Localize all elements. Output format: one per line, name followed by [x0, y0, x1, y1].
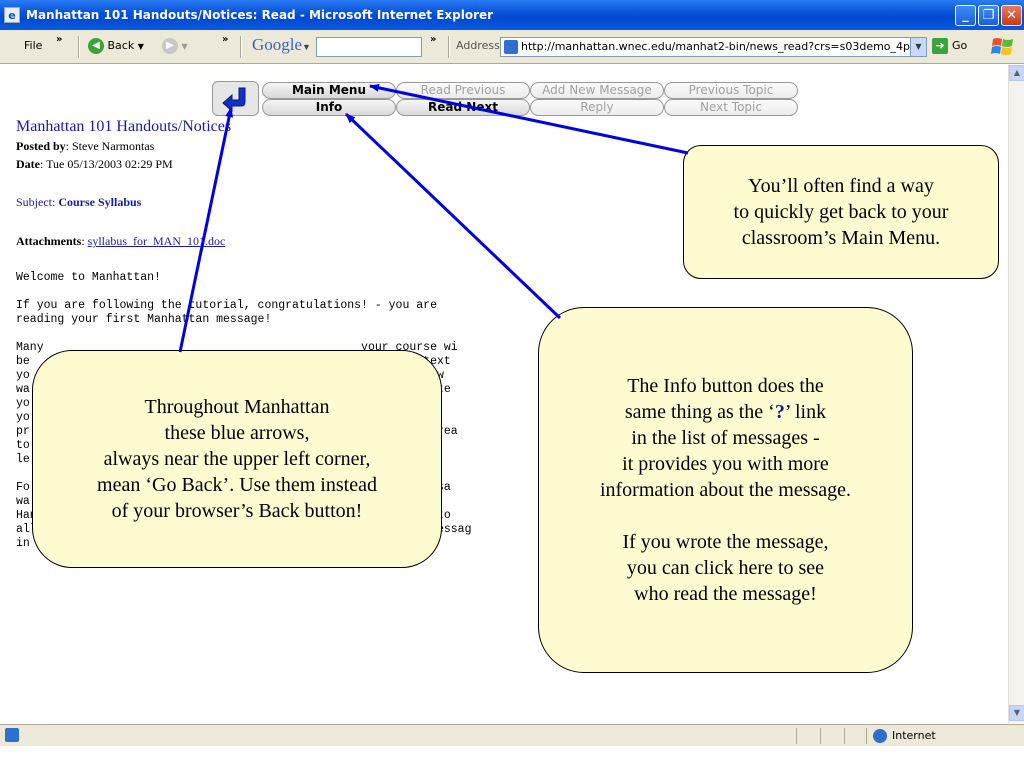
read-next-button[interactable]: Read Next — [396, 99, 530, 116]
google-icon[interactable]: Google▼ — [252, 35, 311, 55]
chevron-down-icon: ▼ — [181, 42, 188, 51]
maximize-button[interactable]: ❐ — [978, 5, 999, 26]
separator — [866, 728, 867, 744]
return-arrow-icon — [222, 87, 246, 113]
callout-line: of your browser’s Back button! — [111, 500, 363, 522]
callout-line: you can click here to see — [626, 557, 825, 579]
address-url: http://manhattan.wnec.edu/manhat2-bin/ne… — [521, 40, 927, 53]
windows-logo-icon — [991, 38, 1013, 55]
back-button[interactable]: ◀ Back ▼ — [88, 38, 144, 54]
back-icon: ◀ — [88, 38, 104, 54]
subject: Subject: Course Syllabus — [16, 195, 141, 210]
address-label: Address — [456, 39, 500, 52]
status-bar: Internet — [0, 724, 1024, 746]
attachment-link[interactable]: syllabus_for_MAN_101.doc — [88, 234, 226, 248]
posted-by-label: Posted by — [16, 139, 66, 153]
subject-value: Course Syllabus — [58, 195, 142, 209]
callout-line: it provides you with more — [622, 453, 829, 475]
board-title: Manhattan 101 Handouts/Notices — [16, 118, 232, 135]
attachments-label: Attachments — [16, 234, 82, 248]
date-value: : Tue 05/13/2003 02:29 PM — [40, 157, 173, 171]
browser-toolbar: File » ◀ Back ▼ ▶ ▼ » Google▼ » Address … — [0, 30, 1024, 64]
callout-main-menu: You’ll often find a way to quickly get b… — [683, 145, 999, 279]
add-new-message-button[interactable]: Add New Message — [530, 82, 664, 99]
toolbar-chevron[interactable]: » — [430, 34, 436, 45]
toolbar-chevron[interactable]: » — [222, 34, 228, 45]
chevron-down-icon: ▼ — [137, 42, 144, 51]
callout-go-back: Throughout Manhattan these blue arrows, … — [32, 350, 442, 568]
chevron-down-icon[interactable]: ▼ — [910, 38, 926, 56]
ie-icon: e — [4, 7, 20, 23]
separator — [240, 36, 242, 58]
bottom-margin — [0, 746, 1024, 768]
posted-by: Posted by: Steve Narmontas — [16, 139, 154, 154]
callout-line: classroom’s Main Menu. — [741, 227, 941, 249]
globe-icon — [873, 729, 887, 743]
callout-line: same thing as the ‘?’ link — [539, 399, 912, 425]
scroll-up-button[interactable]: ▲ — [1009, 65, 1024, 81]
security-zone: Internet — [873, 729, 936, 743]
callout-line: Throughout Manhattan — [144, 396, 330, 418]
previous-topic-button[interactable]: Previous Topic — [664, 82, 798, 99]
google-search-input[interactable] — [316, 37, 422, 57]
title-bar: e Manhattan 101 Handouts/Notices: Read -… — [0, 0, 1024, 30]
separator — [796, 728, 797, 744]
callout-line: If you wrote the message, — [622, 531, 829, 553]
vertical-scrollbar[interactable]: ▲ ▼ — [1008, 65, 1024, 723]
callout-line: mean ‘Go Back’. Use them instead — [97, 474, 377, 496]
reply-button[interactable]: Reply — [530, 99, 664, 116]
minimize-button[interactable]: _ — [955, 5, 976, 26]
callout-info: The Info button does the same thing as t… — [538, 307, 913, 673]
go-back-button[interactable] — [212, 81, 259, 116]
file-menu[interactable]: File — [24, 39, 42, 52]
callout-line: who read the message! — [634, 583, 817, 605]
forward-icon: ▶ — [162, 38, 178, 54]
info-button[interactable]: Info — [262, 99, 396, 116]
close-button[interactable]: ✕ — [1001, 5, 1022, 26]
callout-line: these blue arrows, — [164, 422, 310, 444]
callout-line: You’ll often find a way — [748, 175, 934, 197]
separator — [820, 728, 821, 744]
back-label: Back — [107, 39, 135, 52]
callout-text: same thing as the ‘ — [624, 401, 775, 423]
go-label: Go — [952, 39, 968, 52]
separator — [78, 36, 80, 58]
read-previous-button[interactable]: Read Previous — [396, 82, 530, 99]
date-label: Date — [16, 157, 40, 171]
scroll-down-button[interactable]: ▼ — [1009, 705, 1024, 721]
ie-icon — [5, 728, 19, 742]
go-arrow-icon: ➔ — [932, 38, 948, 54]
ie-icon — [504, 40, 518, 54]
separator — [448, 36, 450, 58]
google-label: Google — [252, 35, 303, 54]
callout-line: to quickly get back to your — [733, 201, 949, 223]
callout-text: ’ link — [784, 401, 827, 423]
address-input[interactable]: http://manhattan.wnec.edu/manhat2-bin/ne… — [500, 37, 927, 57]
separator — [844, 728, 845, 744]
main-menu-button[interactable]: Main Menu — [262, 82, 396, 99]
next-topic-button[interactable]: Next Topic — [664, 99, 798, 116]
subject-label: Subject: — [16, 195, 56, 209]
posted-by-value: : Steve Narmontas — [65, 139, 155, 153]
callout-line: in the list of messages - — [631, 427, 820, 449]
window-title: Manhattan 101 Handouts/Notices: Read - M… — [26, 8, 494, 22]
question-mark: ? — [774, 401, 785, 423]
zone-label: Internet — [892, 729, 936, 742]
forward-button[interactable]: ▶ ▼ — [162, 38, 188, 54]
post-date: Date: Tue 05/13/2003 02:29 PM — [16, 157, 173, 172]
attachments: Attachments: syllabus_for_MAN_101.doc — [16, 234, 226, 248]
callout-line: information about the message. — [599, 479, 852, 501]
callout-line: always near the upper left corner, — [103, 448, 371, 470]
menu-chevron[interactable]: » — [56, 34, 62, 45]
callout-line: The Info button does the — [627, 375, 824, 397]
go-button[interactable]: ➔ Go — [932, 38, 967, 54]
